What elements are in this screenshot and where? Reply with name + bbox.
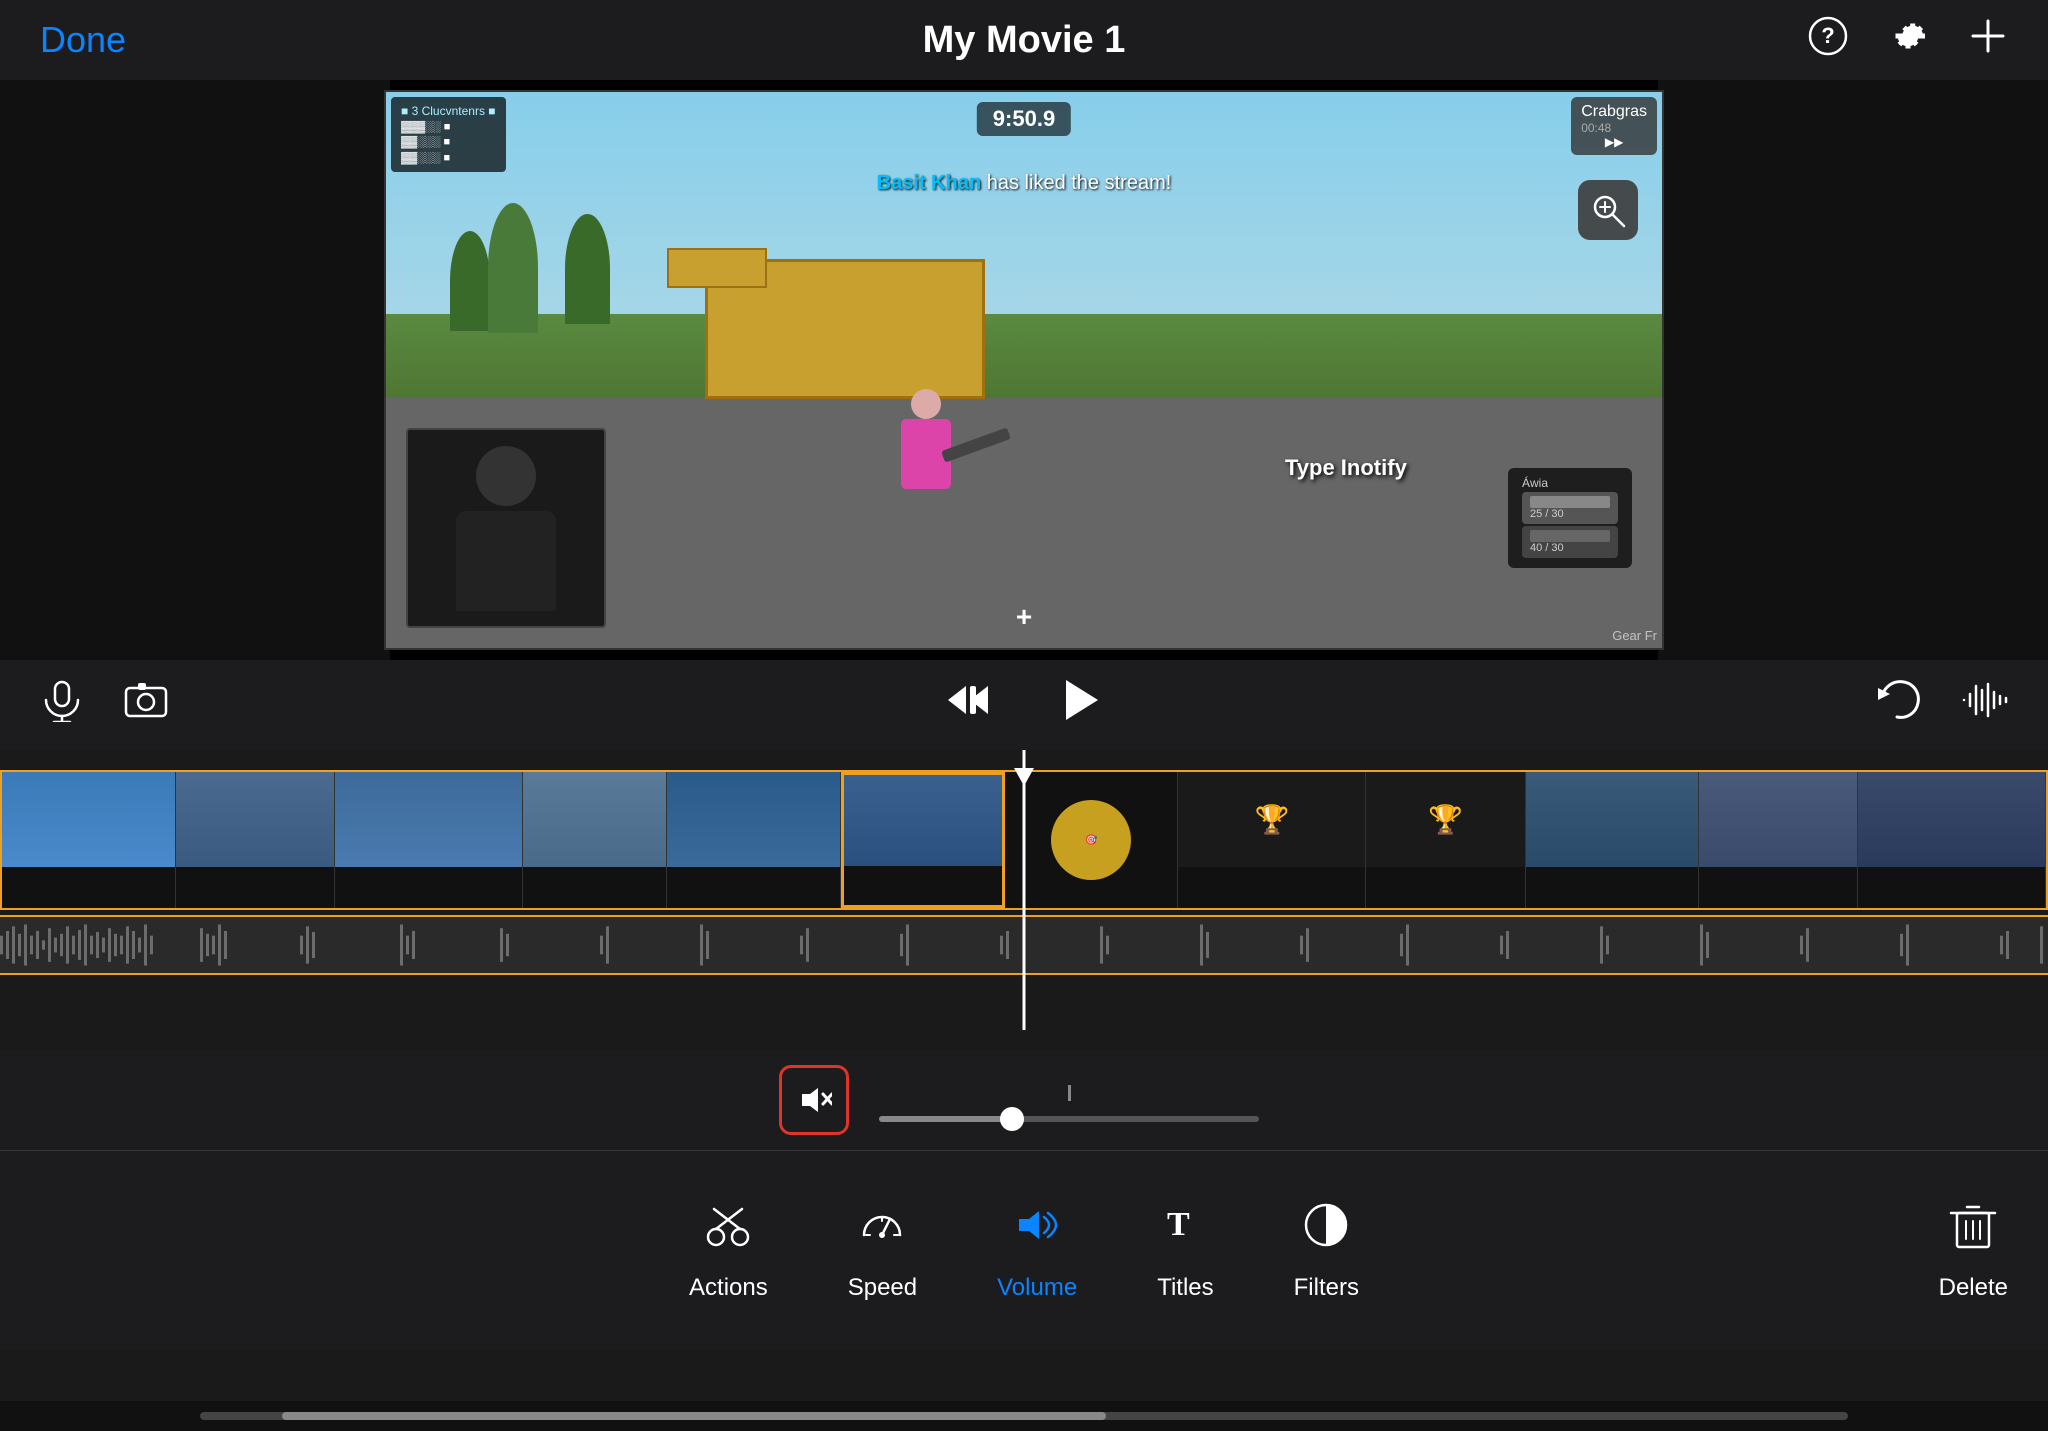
skip-back-button[interactable] <box>944 676 992 735</box>
timeline-clip[interactable] <box>667 772 841 908</box>
delete-label: Delete <box>1939 1274 2008 1302</box>
timeline-area: 🎯 🏆 🏆 <box>0 750 2048 1030</box>
timeline-clip-active[interactable] <box>841 772 1005 908</box>
titles-label: Titles <box>1157 1274 1213 1302</box>
timeline-clip[interactable] <box>1699 772 1858 908</box>
timeline-clip[interactable] <box>2 772 176 908</box>
mic-button[interactable] <box>40 678 84 733</box>
scrollbar-track <box>200 1412 1848 1420</box>
player-camera <box>406 428 606 628</box>
svg-text:T: T <box>1167 1206 1190 1243</box>
volume-label: Volume <box>997 1274 1077 1302</box>
game-add-btn: + <box>1016 601 1032 633</box>
volume-slider-fill <box>879 1116 1012 1122</box>
game-watermark: Gear Fr <box>1612 628 1657 643</box>
timeline-clip[interactable] <box>176 772 335 908</box>
game-background: ■ 3 Clucvntenrs ■ ▓▓▓░░ ■ ▓▓░░░ ■ ▓▓░░░ … <box>386 92 1662 648</box>
add-button[interactable] <box>1968 16 2008 65</box>
timeline-clip[interactable] <box>335 772 523 908</box>
actions-label: Actions <box>689 1274 768 1302</box>
game-scoreboard: ■ 3 Clucvntenrs ■ ▓▓▓░░ ■ ▓▓░░░ ■ ▓▓░░░ … <box>391 97 506 172</box>
volume-tool-button[interactable]: Volume <box>997 1199 1077 1302</box>
playhead[interactable] <box>1023 750 1026 1030</box>
mute-button[interactable] <box>779 1065 849 1135</box>
done-button[interactable]: Done <box>40 19 126 61</box>
transport-bar <box>0 660 2048 750</box>
transport-center-controls <box>944 674 1104 737</box>
speed-label: Speed <box>848 1274 917 1302</box>
settings-button[interactable] <box>1888 16 1928 65</box>
filters-label: Filters <box>1294 1274 1359 1302</box>
play-button[interactable] <box>1052 674 1104 737</box>
timeline-clip[interactable] <box>523 772 668 908</box>
game-timer: 9:50.9 <box>977 102 1071 136</box>
page-title: My Movie 1 <box>923 19 1126 62</box>
video-frame: ■ 3 Clucvntenrs ■ ▓▓▓░░ ■ ▓▓░░░ ■ ▓▓░░░ … <box>384 90 1664 650</box>
game-notification: Basit Khan has liked the stream! <box>877 172 1172 195</box>
weapon-hud: Áwia 25 / 30 40 / 30 <box>1508 468 1632 568</box>
timeline-clip[interactable] <box>1526 772 1700 908</box>
header: Done My Movie 1 ? <box>0 0 2048 80</box>
titles-icon: T <box>1159 1199 1211 1264</box>
header-left: Done <box>40 19 126 61</box>
volume-slider-container <box>869 1078 1269 1122</box>
scrollbar-thumb[interactable] <box>282 1412 1106 1420</box>
waveform-button[interactable] <box>1960 676 2008 735</box>
preview-right-bg <box>1658 80 2048 660</box>
timeline-clip[interactable]: 🎯 <box>1005 772 1179 908</box>
preview-left-bg <box>0 80 390 660</box>
speed-tool-button[interactable]: Speed <box>848 1199 917 1302</box>
filters-tool-button[interactable]: Filters <box>1294 1199 1359 1302</box>
bottom-scrollbar[interactable] <box>0 1401 2048 1431</box>
zoom-button[interactable] <box>1578 180 1638 240</box>
timeline-clip[interactable]: 🏆 <box>1366 772 1525 908</box>
playhead-indicator <box>1014 768 1034 786</box>
volume-slider-thumb[interactable] <box>1000 1107 1024 1131</box>
game-top-right: Crabgras 00:48 ▶▶ <box>1571 97 1657 155</box>
trash-icon <box>1947 1199 1999 1264</box>
delete-button[interactable]: Delete <box>1939 1199 2008 1302</box>
volume-tick <box>1068 1085 1071 1101</box>
camera-button[interactable] <box>124 678 168 733</box>
volume-slider[interactable] <box>879 1116 1259 1122</box>
svg-text:?: ? <box>1821 23 1834 48</box>
filters-icon <box>1300 1199 1352 1264</box>
header-icons: ? <box>1808 16 2008 65</box>
volume-control-area <box>0 1050 2048 1150</box>
help-button[interactable]: ? <box>1808 16 1848 65</box>
timeline-clip[interactable] <box>1858 772 2046 908</box>
scissors-icon <box>702 1199 754 1264</box>
type-inotify-label: Type Inotify <box>1285 455 1407 481</box>
preview-area: ■ 3 Clucvntenrs ■ ▓▓▓░░ ■ ▓▓░░░ ■ ▓▓░░░ … <box>0 80 2048 660</box>
bottom-toolbar: Actions Speed <box>0 1150 2048 1350</box>
transport-left-controls <box>40 678 168 733</box>
toolbar-items: Actions Speed <box>0 1199 2048 1302</box>
speaker-icon <box>1011 1199 1063 1264</box>
game-character <box>896 389 956 509</box>
transport-right-controls <box>1872 676 2008 735</box>
timeline-clip[interactable]: 🏆 <box>1178 772 1366 908</box>
undo-button[interactable] <box>1872 676 1920 735</box>
speedometer-icon <box>856 1199 908 1264</box>
titles-tool-button[interactable]: T Titles <box>1157 1199 1213 1302</box>
actions-tool-button[interactable]: Actions <box>689 1199 768 1302</box>
